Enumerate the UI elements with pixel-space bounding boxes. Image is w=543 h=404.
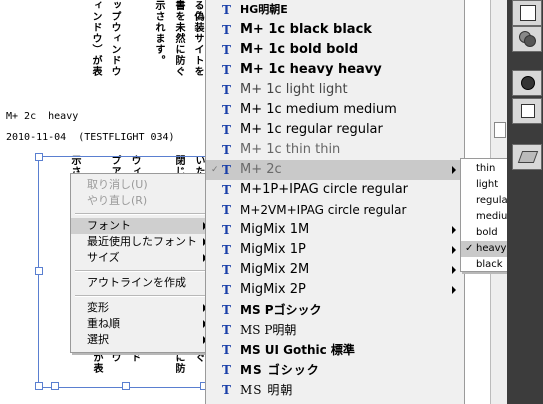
- truetype-font-icon: T: [222, 203, 231, 217]
- vertical-text-column: ィンドウ）が表: [90, 0, 101, 77]
- submenu-arrow-icon: [452, 226, 456, 234]
- font-item[interactable]: T HG明朝E: [206, 0, 464, 20]
- menu-separator: [75, 270, 209, 272]
- font-item[interactable]: T M+ 1c light light: [206, 80, 464, 100]
- font-item[interactable]: T M+ 1c black black: [206, 20, 464, 40]
- truetype-font-icon: T: [222, 123, 231, 137]
- truetype-font-icon: T: [222, 143, 231, 157]
- vertical-text-column: ップウィンドウ: [109, 0, 120, 77]
- font-item[interactable]: T MS P明朝: [206, 320, 464, 340]
- layers-tool-icon[interactable]: [512, 98, 542, 124]
- swatch-tool-icon[interactable]: [512, 0, 542, 26]
- submenu-arrow-icon: [452, 166, 456, 174]
- menu-separator: [75, 213, 209, 215]
- font-item[interactable]: T MigMix 1P: [206, 240, 464, 260]
- tools-panel: [507, 0, 543, 404]
- truetype-font-icon: T: [222, 43, 231, 57]
- menu-item-undo[interactable]: 取り消し(U): [71, 177, 213, 193]
- resize-handle-bottom-left[interactable]: [35, 382, 43, 390]
- font-item[interactable]: T MigMix 2M: [206, 260, 464, 280]
- truetype-font-icon: T: [222, 243, 231, 257]
- menu-item-recent-fonts[interactable]: 最近使用したフォント: [71, 234, 213, 250]
- font-item[interactable]: T MigMix 1M: [206, 220, 464, 240]
- font-item-mplus-2c[interactable]: ✓ T M+ 2c: [206, 160, 464, 180]
- submenu-arrow-icon: [452, 286, 456, 294]
- truetype-font-icon: T: [222, 323, 231, 337]
- truetype-font-icon: T: [222, 303, 231, 317]
- check-icon: ✓: [465, 243, 474, 254]
- menu-item-arrange[interactable]: 重ね順: [71, 316, 213, 332]
- truetype-font-icon: T: [222, 63, 231, 77]
- menu-item-select[interactable]: 選択: [71, 332, 213, 348]
- truetype-font-icon: T: [222, 163, 231, 177]
- submenu-arrow-icon: [452, 246, 456, 254]
- truetype-font-icon: T: [222, 283, 231, 297]
- font-item[interactable]: T M+ 1c bold bold: [206, 40, 464, 60]
- date-caption: 2010-11-04 (TESTFLIGHT 034): [6, 132, 175, 143]
- font-item[interactable]: T M+ 1c heavy heavy: [206, 60, 464, 80]
- menu-item-create-outlines[interactable]: アウトラインを作成: [71, 275, 213, 291]
- vertical-text-column: 書を未然に防ぐ: [173, 0, 184, 77]
- font-item[interactable]: T MS ゴシック: [206, 360, 464, 380]
- context-menu: 取り消し(U) やり直し(R) フォント 最近使用したフォント サイズ アウトラ…: [70, 173, 214, 353]
- font-item[interactable]: T MS UI Gothic 標準: [206, 340, 464, 360]
- selected-check-icon: ✓: [211, 165, 219, 175]
- vertical-text-column: る偽装サイトを: [192, 0, 203, 77]
- truetype-font-icon: T: [222, 343, 231, 357]
- truetype-font-icon: T: [222, 23, 231, 37]
- menu-item-transform[interactable]: 変形: [71, 300, 213, 316]
- truetype-font-icon: T: [222, 3, 231, 17]
- font-item[interactable]: T MigMix 2P: [206, 280, 464, 300]
- resize-handle-bottom[interactable]: [51, 382, 59, 390]
- font-item[interactable]: T MS 明朝: [206, 380, 464, 400]
- record-tool-icon[interactable]: [512, 70, 542, 96]
- truetype-font-icon: T: [222, 223, 231, 237]
- truetype-font-icon: T: [222, 383, 232, 397]
- font-caption: M+ 2c heavy: [6, 111, 79, 122]
- truetype-font-icon: T: [222, 183, 231, 197]
- resize-handle-top-left[interactable]: [35, 153, 43, 161]
- menu-item-redo[interactable]: やり直し(R): [71, 193, 213, 209]
- truetype-font-icon: T: [222, 363, 232, 377]
- font-item[interactable]: T M+2VM+IPAG circle regular: [206, 200, 464, 220]
- menu-separator: [75, 295, 209, 297]
- resize-handle-left[interactable]: [35, 267, 43, 275]
- truetype-font-icon: T: [222, 83, 231, 97]
- resize-handle-bottom-center[interactable]: [122, 382, 130, 390]
- font-menu: T HG明朝E T M+ 1c black black T M+ 1c bold bo…: [205, 0, 465, 404]
- stack-tool-icon[interactable]: [512, 144, 542, 170]
- font-item[interactable]: T M+1P+IPAG circle regular: [206, 180, 464, 200]
- vertical-text-column: 示されます。: [153, 0, 164, 66]
- truetype-font-icon: T: [222, 263, 231, 277]
- truetype-font-icon: T: [222, 103, 231, 117]
- pathfinder-tool-icon[interactable]: [512, 26, 542, 52]
- menu-item-font[interactable]: フォント: [71, 218, 213, 234]
- font-item[interactable]: T M+ 1c medium medium: [206, 100, 464, 120]
- font-item[interactable]: T M+ 1c regular regular: [206, 120, 464, 140]
- scroll-grip-icon[interactable]: [494, 122, 506, 138]
- submenu-arrow-icon: [452, 266, 456, 274]
- menu-item-size[interactable]: サイズ: [71, 250, 213, 266]
- font-item[interactable]: T M+ 1c thin thin: [206, 140, 464, 160]
- font-item[interactable]: T MS Pゴシック: [206, 300, 464, 320]
